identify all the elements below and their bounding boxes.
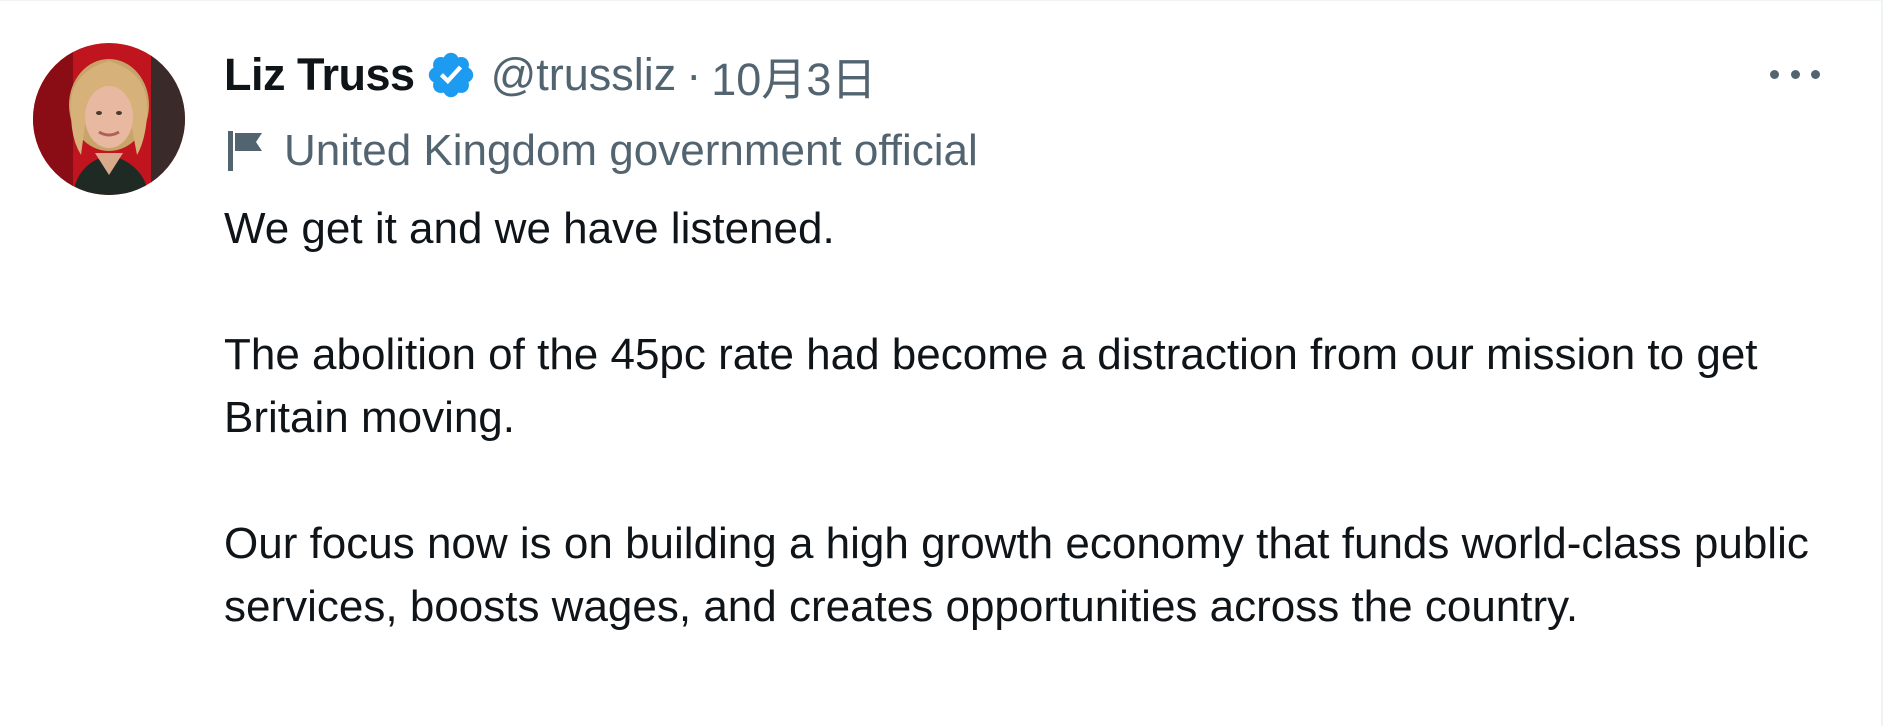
separator-dot: ·: [686, 49, 702, 100]
tweet-header: Liz Truss @trussliz · 10月3日: [224, 45, 876, 105]
label-text: United Kingdom government official: [284, 126, 978, 175]
tweet-text: We get it and we have listened. The abol…: [224, 197, 1834, 638]
tweet-card[interactable]: Liz Truss @trussliz · 10月3日 United Kingd…: [0, 0, 1883, 726]
handle[interactable]: @trussliz: [491, 49, 677, 101]
tweet-paragraph: Our focus now is on building a high grow…: [224, 519, 1809, 631]
tweet-paragraph: We get it and we have listened.: [224, 204, 835, 253]
verified-badge-icon: [425, 49, 477, 101]
more-icon[interactable]: [1770, 57, 1820, 91]
flag-icon: [226, 129, 266, 173]
more-dot: [1770, 69, 1779, 79]
more-dot: [1790, 69, 1800, 79]
timestamp[interactable]: 10月3日: [711, 43, 876, 108]
avatar-photo: [33, 43, 185, 195]
government-label[interactable]: United Kingdom government official: [226, 123, 978, 179]
more-dot: [1811, 69, 1820, 79]
tweet-paragraph: The abolition of the 45pc rate had becom…: [224, 330, 1758, 442]
display-name[interactable]: Liz Truss: [224, 49, 415, 101]
avatar[interactable]: [33, 43, 185, 195]
